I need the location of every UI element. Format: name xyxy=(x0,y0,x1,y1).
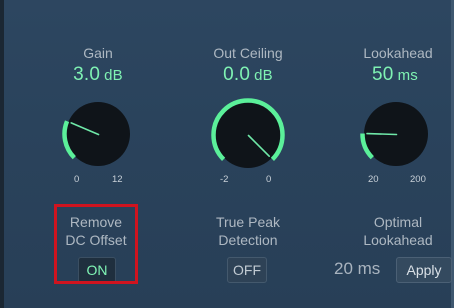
out-ceiling-min-tick: -2 xyxy=(220,174,229,185)
apply-button[interactable]: Apply xyxy=(396,257,452,283)
out-ceiling-value: 0.0 xyxy=(223,64,251,85)
out-ceiling-value-readout[interactable]: 0.0 dB xyxy=(188,64,308,86)
gain-max-tick: 12 xyxy=(112,174,123,185)
lookahead-knob-pointer xyxy=(366,132,398,136)
left-panel-edge xyxy=(0,0,4,308)
true-peak-detection-label-line1: True Peak xyxy=(215,214,281,230)
lookahead-knob[interactable] xyxy=(356,94,436,174)
lookahead-label: Lookahead xyxy=(363,45,433,61)
gain-min-tick: 0 xyxy=(74,174,80,185)
true-peak-detection-toggle[interactable]: OFF xyxy=(227,257,267,283)
highlight-box xyxy=(54,204,138,284)
gain-value-readout[interactable]: 3.0 dB xyxy=(40,64,156,86)
lookahead-unit: ms xyxy=(397,67,418,84)
lookahead-max-tick: 200 xyxy=(410,174,426,185)
out-ceiling-max-tick: 0 xyxy=(266,174,272,185)
out-ceiling-unit: dB xyxy=(254,67,273,84)
out-ceiling-label: Out Ceiling xyxy=(213,45,283,61)
out-ceiling-knob[interactable] xyxy=(206,93,290,177)
true-peak-detection-label: True Peak Detection xyxy=(196,213,300,249)
lookahead-value-readout[interactable]: 50 ms xyxy=(340,64,450,86)
gain-value: 3.0 xyxy=(73,64,101,85)
optimal-lookahead-label-line2: Lookahead xyxy=(363,232,433,248)
optimal-lookahead-label: Optimal Lookahead xyxy=(346,213,450,249)
gain-unit: dB xyxy=(104,67,123,84)
lookahead-value: 50 xyxy=(372,64,394,85)
gain-knob[interactable] xyxy=(58,94,138,174)
optimal-lookahead-value: 20 ms xyxy=(334,259,381,278)
true-peak-detection-label-line2: Detection xyxy=(218,232,278,248)
optimal-lookahead-label-line1: Optimal xyxy=(373,214,423,230)
gain-label: Gain xyxy=(83,45,113,61)
lookahead-min-tick: 20 xyxy=(368,174,379,185)
